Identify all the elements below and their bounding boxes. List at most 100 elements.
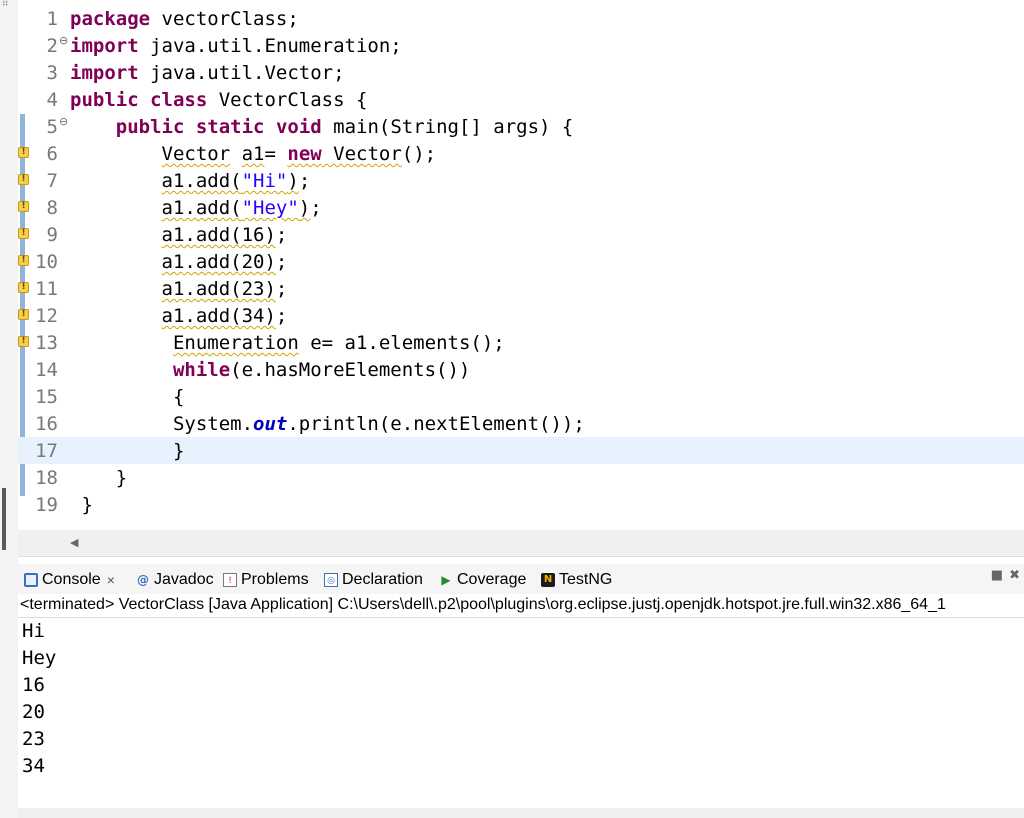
code-token: (); (401, 143, 437, 165)
code-line[interactable]: 1 package vectorClass; (18, 5, 1024, 32)
tab-javadoc-label: Javadoc (154, 571, 214, 588)
fold-collapse-icon[interactable]: ⊖ (59, 115, 68, 129)
code-line[interactable]: ! 11 a1.add(23); (18, 275, 1024, 302)
code-line[interactable]: ! 10 a1.add(20); (18, 248, 1024, 275)
code-token: } (70, 467, 128, 489)
code-token: Vector (161, 143, 231, 165)
tab-problems[interactable]: ! Problems (223, 569, 309, 591)
code-line[interactable]: ! 7 a1.add("Hi"); (18, 167, 1024, 194)
code-token: class (150, 89, 208, 111)
line-number: 8 (46, 197, 58, 219)
code-token: a1.add(20) (161, 251, 276, 273)
code-line[interactable]: 18 } (18, 464, 1024, 491)
code-line[interactable]: 5 ⊖ public static void main(String[] args… (18, 113, 1024, 140)
code-token: a1.add(34) (161, 305, 276, 327)
line-number: 9 (46, 224, 58, 246)
code-text: a1.add("Hi"); (70, 168, 311, 194)
tab-testng-label: TestNG (559, 571, 613, 588)
code-token: main(String[] args) { (321, 116, 574, 138)
code-token: } (70, 440, 185, 462)
javadoc-icon: @ (137, 573, 149, 587)
code-token: e= a1.elements(); (298, 332, 505, 354)
code-line[interactable]: 16 System.out.println(e.nextElement()); (18, 410, 1024, 437)
console-output-line: 34 (22, 755, 45, 777)
code-text: Enumeration e= a1.elements(); (70, 330, 505, 356)
code-text: package vectorClass; (70, 6, 299, 32)
java-editor[interactable]: 1 package vectorClass; 2 ⊖ import java.util.… (18, 0, 1024, 530)
code-line[interactable]: ! 8 a1.add("Hey"); (18, 194, 1024, 221)
fold-collapse-icon[interactable]: ⊖ (59, 34, 68, 48)
code-line[interactable]: ! 9 a1.add(16); (18, 221, 1024, 248)
code-text: import java.util.Enumeration; (70, 33, 402, 59)
terminate-icon[interactable]: ■ (991, 568, 1003, 583)
tab-coverage[interactable]: ▶ Coverage (439, 569, 526, 591)
code-line[interactable]: 19 } (18, 491, 1024, 518)
code-token: while (172, 359, 231, 381)
code-token: "Hi" (241, 170, 288, 192)
left-sash-handle[interactable] (2, 488, 6, 550)
code-token: vectorClass; (150, 8, 299, 30)
code-line[interactable]: ! 6 Vector a1= new Vector(); (18, 140, 1024, 167)
code-text: Vector a1= new Vector(); (70, 141, 437, 167)
code-line[interactable]: 2 ⊖ import java.util.Enumeration; (18, 32, 1024, 59)
code-token: a1 (241, 143, 265, 165)
line-number: 1 (46, 8, 58, 30)
code-token: VectorClass { (207, 89, 368, 111)
code-token: void (275, 116, 322, 138)
tab-declaration[interactable]: ◎ Declaration (324, 569, 423, 591)
code-token: (e.hasMoreElements()) (230, 359, 471, 381)
code-text: a1.add("Hey"); (70, 195, 322, 221)
code-token: ) (287, 170, 299, 192)
scroll-left-arrow-icon[interactable]: ◀ (70, 536, 78, 549)
code-line[interactable]: ! 12 a1.add(34); (18, 302, 1024, 329)
line-number: 14 (35, 359, 58, 381)
code-text: a1.add(23); (70, 276, 288, 302)
tab-console[interactable]: Console × (24, 569, 115, 591)
close-icon[interactable]: × (107, 572, 115, 588)
tab-coverage-label: Coverage (457, 571, 527, 588)
code-line[interactable]: 15 { (18, 383, 1024, 410)
line-number: 7 (46, 170, 58, 192)
code-text: while(e.hasMoreElements()) (70, 357, 470, 383)
code-token: System. (70, 413, 254, 435)
console-output[interactable]: Hi Hey 16 20 23 34 (18, 618, 1024, 808)
console-output-line: 23 (22, 728, 45, 750)
code-line[interactable]: 3 import java.util.Vector; (18, 59, 1024, 86)
console-horizontal-scrollbar[interactable] (18, 808, 1024, 818)
tab-declaration-label: Declaration (342, 571, 423, 588)
code-line[interactable]: 14 while(e.hasMoreElements()) (18, 356, 1024, 383)
code-text: } (70, 465, 127, 491)
code-token: } (70, 494, 93, 516)
remove-launch-icon[interactable]: ✖ (1009, 568, 1020, 583)
code-token: ) (298, 197, 311, 219)
line-number: 15 (35, 386, 58, 408)
code-line[interactable]: 17 } (18, 437, 1024, 464)
console-output-line: Hey (22, 647, 57, 669)
code-token: package (70, 8, 151, 30)
line-number: 10 (35, 251, 58, 273)
code-line[interactable]: 4 public class VectorClass { (18, 86, 1024, 113)
tab-problems-label: Problems (241, 571, 309, 588)
code-token: import (70, 62, 139, 84)
code-text: public static void main(String[] args) { (70, 114, 574, 140)
code-line[interactable]: ! 13 Enumeration e= a1.elements(); (18, 329, 1024, 356)
code-token: = (264, 143, 288, 165)
code-token: new (287, 143, 322, 165)
code-token: ; (275, 278, 288, 300)
code-text: { (70, 384, 184, 410)
tab-javadoc[interactable]: @ Javadoc (136, 569, 214, 591)
tab-testng[interactable]: N TestNG (541, 569, 612, 591)
code-text: a1.add(34); (70, 303, 288, 329)
code-text: import java.util.Vector; (70, 60, 345, 86)
line-number: 6 (46, 143, 58, 165)
console-process-label: <terminated> VectorClass [Java Applicati… (18, 594, 1024, 618)
editor-horizontal-scrollbar[interactable]: ◀ (18, 530, 1024, 556)
line-number: 2 (46, 35, 58, 57)
code-token: ; (310, 197, 322, 219)
